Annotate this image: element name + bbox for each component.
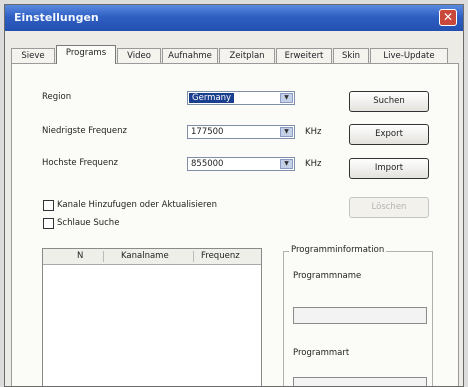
tab-bar: Sieve Programs Video Aufnahme Zeitplan E… xyxy=(11,45,459,64)
min-frequency-unit: KHz xyxy=(305,127,322,137)
chevron-down-icon[interactable]: ▼ xyxy=(280,127,293,137)
settings-window: Einstellungen ✕ Sieve Programs Video Auf… xyxy=(4,4,464,387)
tab-skin[interactable]: Skin xyxy=(333,48,369,63)
channel-list[interactable]: N Kanalname Frequenz xyxy=(42,248,262,386)
close-icon: ✕ xyxy=(442,10,454,24)
import-button[interactable]: Import xyxy=(349,158,429,179)
tab-advanced[interactable]: Erweitert xyxy=(276,48,332,63)
smart-search-label: Schlaue Suche xyxy=(57,218,120,228)
tab-programs[interactable]: Programs xyxy=(56,45,116,64)
program-name-field[interactable] xyxy=(293,307,427,324)
add-update-channels-checkbox[interactable] xyxy=(43,200,54,211)
max-frequency-unit: KHz xyxy=(305,159,322,169)
max-frequency-select[interactable]: 855000 ▼ xyxy=(187,157,295,171)
channel-list-header: N Kanalname Frequenz xyxy=(43,249,261,265)
column-divider xyxy=(193,251,194,262)
tab-recording[interactable]: Aufnahme xyxy=(162,48,218,63)
min-frequency-label: Niedrigste Frequenz xyxy=(42,126,127,136)
window-title: Einstellungen xyxy=(14,11,99,24)
region-label: Region xyxy=(42,92,72,102)
program-type-field[interactable] xyxy=(293,377,427,386)
region-value: Germany xyxy=(189,93,235,103)
smart-search-checkbox[interactable] xyxy=(43,218,54,229)
chevron-down-icon[interactable]: ▼ xyxy=(280,159,293,169)
program-info-title: Programminformation xyxy=(289,245,387,255)
column-channel-name[interactable]: Kanalname xyxy=(121,251,169,261)
column-frequency[interactable]: Frequenz xyxy=(201,251,240,261)
tab-video[interactable]: Video xyxy=(117,48,161,63)
min-frequency-select[interactable]: 177500 ▼ xyxy=(187,125,295,139)
max-frequency-label: Hochste Frequenz xyxy=(42,158,119,168)
chevron-down-icon[interactable]: ▼ xyxy=(280,93,293,103)
column-number[interactable]: N xyxy=(77,251,83,261)
tab-schedule[interactable]: Zeitplan xyxy=(219,48,275,63)
program-type-label: Programmart xyxy=(293,348,350,358)
title-bar[interactable]: Einstellungen ✕ xyxy=(5,5,463,31)
column-divider xyxy=(103,251,104,262)
program-name-label: Programmname xyxy=(293,271,362,281)
tab-sieve[interactable]: Sieve xyxy=(11,48,55,63)
region-select[interactable]: Germany ▼ xyxy=(187,91,295,105)
close-button[interactable]: ✕ xyxy=(439,9,457,26)
add-update-channels-label: Kanale Hinzufugen oder Aktualisieren xyxy=(57,200,217,210)
search-button[interactable]: Suchen xyxy=(349,91,429,112)
delete-button[interactable]: Löschen xyxy=(349,197,429,218)
max-frequency-value: 855000 xyxy=(191,159,224,169)
tab-live-update[interactable]: Live-Update xyxy=(370,48,448,63)
export-button[interactable]: Export xyxy=(349,124,429,145)
min-frequency-value: 177500 xyxy=(191,127,224,137)
